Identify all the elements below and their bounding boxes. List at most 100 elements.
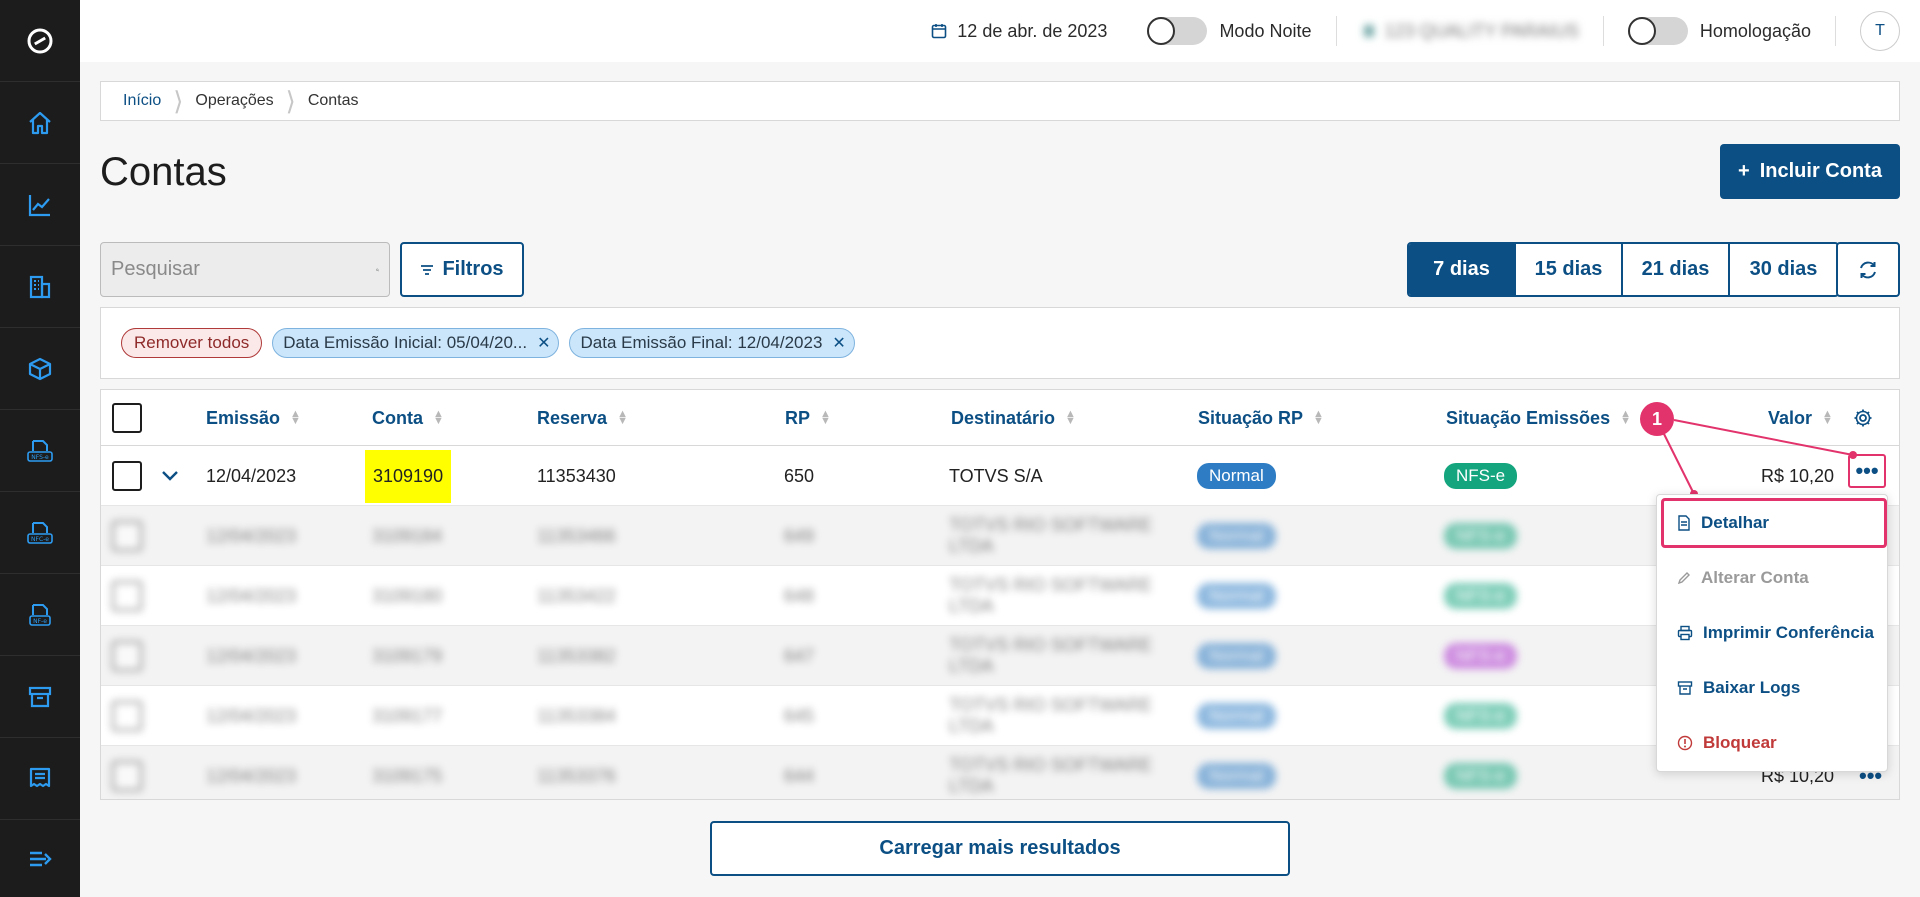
close-icon[interactable]: ✕ bbox=[537, 333, 550, 353]
column-label: Valor bbox=[1768, 407, 1813, 428]
night-mode[interactable]: Modo Noite bbox=[1147, 17, 1312, 45]
load-more-button[interactable]: Carregar mais resultados bbox=[710, 821, 1290, 876]
add-account-button[interactable]: + Incluir Conta bbox=[1720, 144, 1900, 199]
sidebar-item-dashboard[interactable] bbox=[0, 164, 80, 246]
row-checkbox[interactable] bbox=[112, 641, 142, 671]
status-badge: Normal bbox=[1197, 703, 1276, 729]
cell-emissao: 12/04/2023 bbox=[206, 465, 297, 486]
row-checkbox[interactable] bbox=[112, 581, 142, 611]
breadcrumb-operations[interactable]: Operações bbox=[183, 82, 285, 120]
more-actions-button[interactable]: ••• bbox=[1848, 454, 1886, 488]
cell-rp: 647 bbox=[784, 645, 815, 666]
expand-menu-icon bbox=[30, 851, 52, 866]
period-7-days[interactable]: 7 dias bbox=[1409, 244, 1516, 295]
sidebar-item-products[interactable] bbox=[0, 328, 80, 410]
breadcrumb-home[interactable]: Início bbox=[111, 82, 173, 120]
company-icon bbox=[1363, 25, 1374, 37]
column-destinatario[interactable]: Destinatário ▲ ▼ bbox=[951, 390, 1076, 446]
period-30-days[interactable]: 30 dias bbox=[1730, 244, 1837, 295]
close-icon[interactable]: ✕ bbox=[832, 333, 845, 353]
active-filters: Remover todos Data Emissão Inicial: 05/0… bbox=[100, 307, 1900, 379]
night-mode-label: Modo Noite bbox=[1219, 20, 1312, 41]
expand-chevron-icon[interactable] bbox=[161, 446, 179, 506]
sidebar-item-nfse[interactable]: NFS-e bbox=[0, 410, 80, 492]
sort-icon: ▲ ▼ bbox=[290, 408, 301, 427]
sort-icon: ▲ ▼ bbox=[1065, 408, 1076, 427]
column-conta[interactable]: Conta ▲ ▼ bbox=[372, 390, 444, 446]
homologation[interactable]: Homologação bbox=[1627, 17, 1811, 45]
sidebar-item-nfce[interactable]: NFC-e bbox=[0, 492, 80, 574]
cell-emissao: 12/04/2023 bbox=[206, 765, 297, 786]
company-selector[interactable]: 123 QUALITY PARAIUS bbox=[1361, 21, 1579, 42]
sidebar-item-nfe[interactable]: NF-e bbox=[0, 574, 80, 656]
sidebar-item-companies[interactable] bbox=[0, 246, 80, 328]
printer-icon bbox=[1677, 625, 1693, 640]
filter-icon bbox=[421, 264, 434, 275]
sort-icon: ▲ ▼ bbox=[1313, 408, 1324, 427]
search-input[interactable] bbox=[111, 258, 376, 281]
sidebar-item-home[interactable] bbox=[0, 82, 80, 164]
column-rp[interactable]: RP ▲ ▼ bbox=[785, 390, 831, 446]
row-checkbox[interactable] bbox=[112, 761, 142, 791]
menu-item-label: Imprimir Conferência bbox=[1703, 622, 1874, 642]
sidebar-item-archive[interactable] bbox=[0, 656, 80, 738]
divider bbox=[1335, 16, 1337, 46]
breadcrumb-separator: ⟩ bbox=[285, 85, 296, 116]
select-all-checkbox[interactable] bbox=[112, 403, 142, 433]
status-badge: NFS-e bbox=[1444, 643, 1518, 669]
homologation-toggle[interactable] bbox=[1627, 17, 1688, 45]
menu-item-baixar-logs[interactable]: Baixar Logs bbox=[1657, 660, 1889, 715]
filters-button[interactable]: Filtros bbox=[400, 242, 524, 297]
column-situacao-emissoes[interactable]: Situação Emissões ▲ ▼ bbox=[1446, 390, 1631, 446]
column-reserva[interactable]: Reserva ▲ ▼ bbox=[537, 390, 628, 446]
status-badge: NFS-e bbox=[1444, 703, 1518, 729]
sidebar-collapse-toggle[interactable] bbox=[0, 820, 80, 897]
column-valor[interactable]: Valor ▲ ▼ bbox=[1768, 390, 1833, 446]
menu-item-alterar-conta[interactable]: Alterar Conta bbox=[1657, 550, 1889, 605]
archive-icon bbox=[1677, 680, 1693, 695]
night-mode-toggle[interactable] bbox=[1147, 17, 1208, 45]
remove-all-filters-button[interactable]: Remover todos bbox=[121, 328, 263, 358]
refresh-button[interactable] bbox=[1836, 242, 1900, 297]
period-21-days[interactable]: 21 dias bbox=[1623, 244, 1730, 295]
avatar[interactable]: T bbox=[1860, 11, 1900, 51]
logo-icon[interactable] bbox=[0, 0, 80, 82]
building-icon bbox=[29, 275, 51, 298]
cell-reserva: 11353430 bbox=[537, 465, 616, 486]
row-checkbox[interactable] bbox=[112, 701, 142, 731]
sort-icon: ▲ ▼ bbox=[1620, 408, 1631, 427]
row-checkbox[interactable] bbox=[112, 521, 142, 551]
cell-destinatario: TOTVS RIO SOFTWARE LTDA bbox=[949, 575, 1153, 616]
column-situacao-rp[interactable]: Situação RP ▲ ▼ bbox=[1198, 390, 1324, 446]
menu-item-label: Bloquear bbox=[1703, 732, 1777, 752]
cell-conta: 3109190 bbox=[365, 449, 452, 503]
table-row[interactable]: 12/04/2023 3109175 11353376 644 TOTVS RI… bbox=[101, 746, 1899, 799]
refresh-icon bbox=[1860, 261, 1876, 278]
cell-reserva: 11353466 bbox=[537, 525, 616, 546]
period-15-days[interactable]: 15 dias bbox=[1516, 244, 1623, 295]
cell-rp: 650 bbox=[784, 465, 815, 486]
svg-text:NF-e: NF-e bbox=[33, 618, 47, 625]
column-emissao[interactable]: Emissão ▲ ▼ bbox=[206, 390, 301, 446]
menu-item-imprimir-conferencia[interactable]: Imprimir Conferência bbox=[1657, 605, 1889, 660]
breadcrumb-current: Contas bbox=[307, 92, 359, 109]
row-checkbox[interactable] bbox=[112, 461, 142, 491]
archive-icon bbox=[28, 686, 52, 707]
search-icon[interactable] bbox=[376, 257, 379, 283]
breadcrumb: Início ⟩ Operações ⟩ Contas bbox=[100, 81, 1900, 121]
sidebar: NFS-e NFC-e NF-e bbox=[0, 0, 80, 897]
page-title: Contas bbox=[100, 150, 227, 194]
sort-icon: ▲ ▼ bbox=[1822, 408, 1833, 427]
menu-item-detalhar[interactable]: Detalhar bbox=[1657, 495, 1889, 550]
table-row[interactable]: 12/04/2023 3109179 11353382 647 TOTVS RI… bbox=[101, 626, 1899, 686]
status-badge: NFS-e bbox=[1444, 583, 1518, 609]
column-label: Emissão bbox=[206, 407, 281, 428]
table-row[interactable]: 12/04/2023 3109190 11353430 650 TOTVS S/… bbox=[101, 446, 1899, 506]
table-row[interactable]: 12/04/2023 3109180 11353422 648 TOTVS RI… bbox=[101, 566, 1899, 626]
table-row[interactable]: 12/04/2023 3109184 11353466 649 TOTVS RI… bbox=[101, 506, 1899, 566]
menu-item-bloquear[interactable]: Bloquear bbox=[1657, 715, 1889, 770]
period-selector: 7 dias 15 dias 21 dias 30 dias bbox=[1407, 242, 1839, 297]
sidebar-item-reports[interactable] bbox=[0, 738, 80, 820]
table-row[interactable]: 12/04/2023 3109177 11353384 645 TOTVS RI… bbox=[101, 686, 1899, 746]
settings-gear-icon[interactable] bbox=[1853, 408, 1873, 428]
